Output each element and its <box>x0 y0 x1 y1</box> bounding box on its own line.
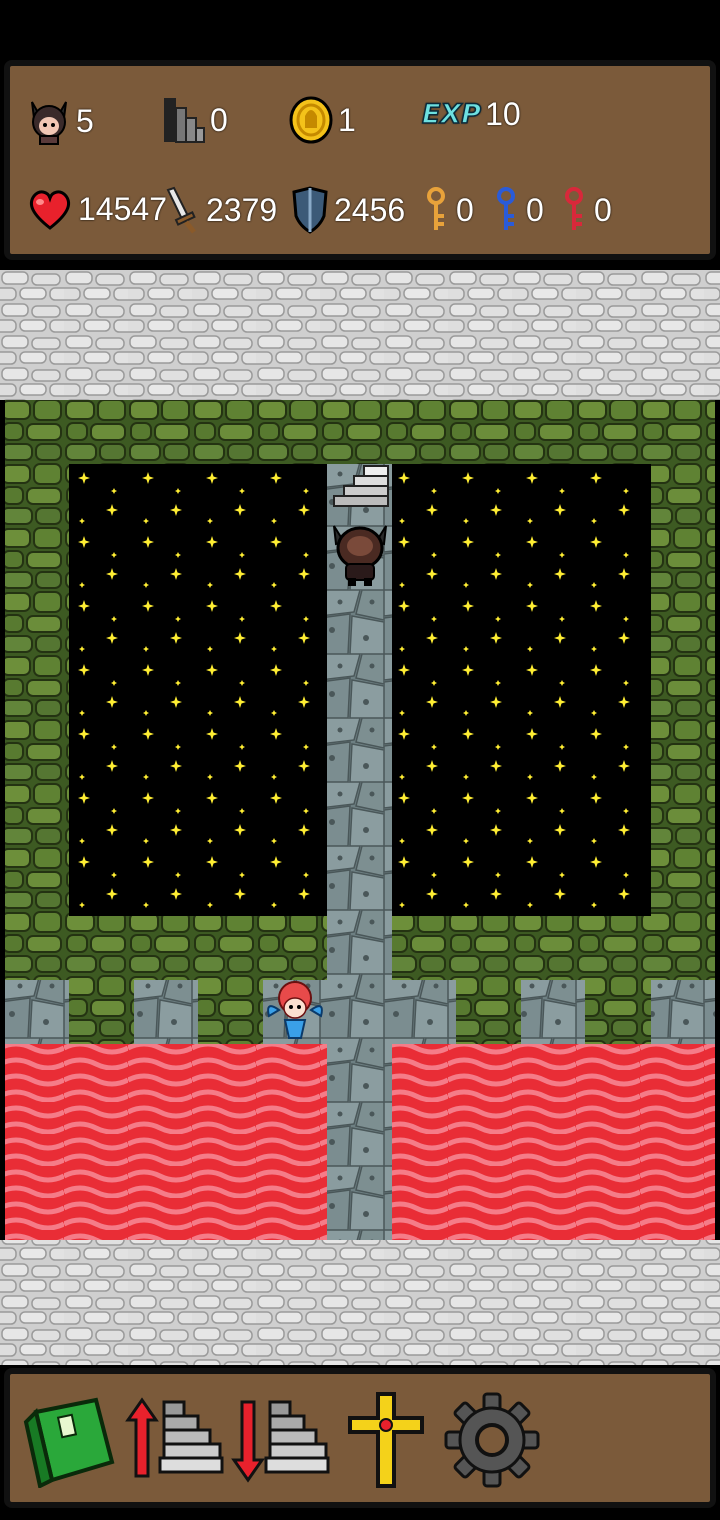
experience-stat: EXP 10 <box>421 96 521 133</box>
defense-stat: 2456 <box>290 186 405 234</box>
stone-wall-top <box>0 270 720 400</box>
floor-down-button[interactable] <box>230 1390 330 1490</box>
stairs-up-icon <box>125 1397 224 1478</box>
red-keys-value: 0 <box>594 191 612 228</box>
starfield-left <box>69 464 327 916</box>
starfield-right <box>392 464 651 916</box>
lava-pool-left <box>5 1044 327 1240</box>
settings-button[interactable] <box>442 1390 542 1490</box>
exp-label-icon: EXP <box>421 98 482 131</box>
floor-level-stat: 5 <box>26 96 94 146</box>
moss-wall-right <box>651 400 715 980</box>
heart-icon <box>29 190 71 230</box>
stone-wall-bottom <box>0 1240 720 1365</box>
red-keys-stat: 0 <box>562 186 612 234</box>
blue-keys-stat: 0 <box>494 186 544 234</box>
floor-tile <box>521 980 585 1044</box>
floor-tile <box>5 980 69 1044</box>
yellow-key-icon <box>427 187 445 230</box>
shield-icon <box>292 186 328 234</box>
yellow-keys-value: 0 <box>456 191 474 228</box>
stairs-down-icon <box>231 1400 330 1483</box>
game-board[interactable] <box>0 270 720 1365</box>
cross-icon <box>348 1392 424 1488</box>
hp-stat: 14547 <box>26 186 167 232</box>
floor-up-button[interactable] <box>124 1390 224 1490</box>
floor-tile <box>651 980 715 1044</box>
yellow-keys-stat: 0 <box>424 186 474 234</box>
stairs-stat: 0 <box>162 96 228 144</box>
stairs-value: 0 <box>210 101 228 138</box>
attack-value: 2379 <box>206 191 278 228</box>
gear-icon <box>444 1392 540 1488</box>
map-canvas <box>0 270 720 1365</box>
defense-value: 2456 <box>334 191 406 228</box>
moss-wall-left <box>5 400 69 980</box>
book-icon <box>23 1397 115 1488</box>
hp-value: 14547 <box>78 190 167 227</box>
moss-wall-top <box>5 400 715 464</box>
monster-book-button[interactable] <box>16 1390 116 1490</box>
lava-pool-right <box>392 1044 715 1240</box>
experience-value: 10 <box>485 96 521 132</box>
hero-portrait-icon <box>31 101 67 145</box>
holy-cross-button[interactable] <box>336 1390 436 1490</box>
blue-key-icon <box>497 187 515 230</box>
blue-keys-value: 0 <box>526 191 544 228</box>
floor-tile <box>392 980 456 1044</box>
stairs-icon <box>164 98 205 143</box>
sword-icon <box>166 186 196 234</box>
red-key-icon <box>565 187 583 230</box>
gold-value: 1 <box>338 101 356 138</box>
coin-icon <box>289 96 333 144</box>
attack-stat: 2379 <box>162 186 277 234</box>
floor-tile <box>134 980 198 1044</box>
gold-stat: 1 <box>288 96 356 144</box>
floor-level-value: 5 <box>76 102 94 139</box>
